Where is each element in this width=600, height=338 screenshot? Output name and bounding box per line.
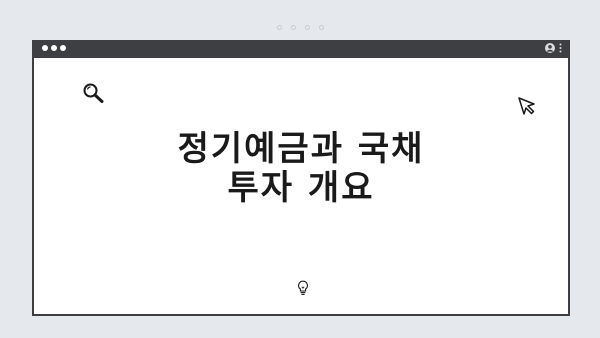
pagination-dot <box>304 25 310 30</box>
page-title: 정기예금과 국채 투자 개요 <box>34 130 568 208</box>
window-control-dot[interactable] <box>60 45 66 51</box>
cursor-pointer-icon <box>517 96 537 120</box>
window-control-dot[interactable] <box>42 45 48 51</box>
pagination-dot <box>318 25 324 30</box>
browser-window: 정기예금과 국채 투자 개요 <box>32 40 570 316</box>
search-icon[interactable] <box>82 82 106 108</box>
pagination-dot <box>290 25 296 30</box>
lightbulb-icon <box>297 280 309 300</box>
window-controls <box>42 45 66 51</box>
window-titlebar <box>34 40 568 58</box>
titlebar-actions <box>545 43 562 53</box>
slide-stage: 정기예금과 국채 투자 개요 <box>0 0 600 338</box>
window-control-dot[interactable] <box>51 45 57 51</box>
pagination-dot <box>276 25 282 30</box>
user-icon[interactable] <box>545 43 555 53</box>
window-content: 정기예금과 국채 투자 개요 <box>34 58 568 316</box>
page-title-line-2: 투자 개요 <box>227 168 375 208</box>
top-pagination-dots <box>0 25 600 30</box>
more-vertical-icon[interactable] <box>559 43 562 53</box>
page-title-line-1: 정기예금과 국채 <box>177 129 425 169</box>
